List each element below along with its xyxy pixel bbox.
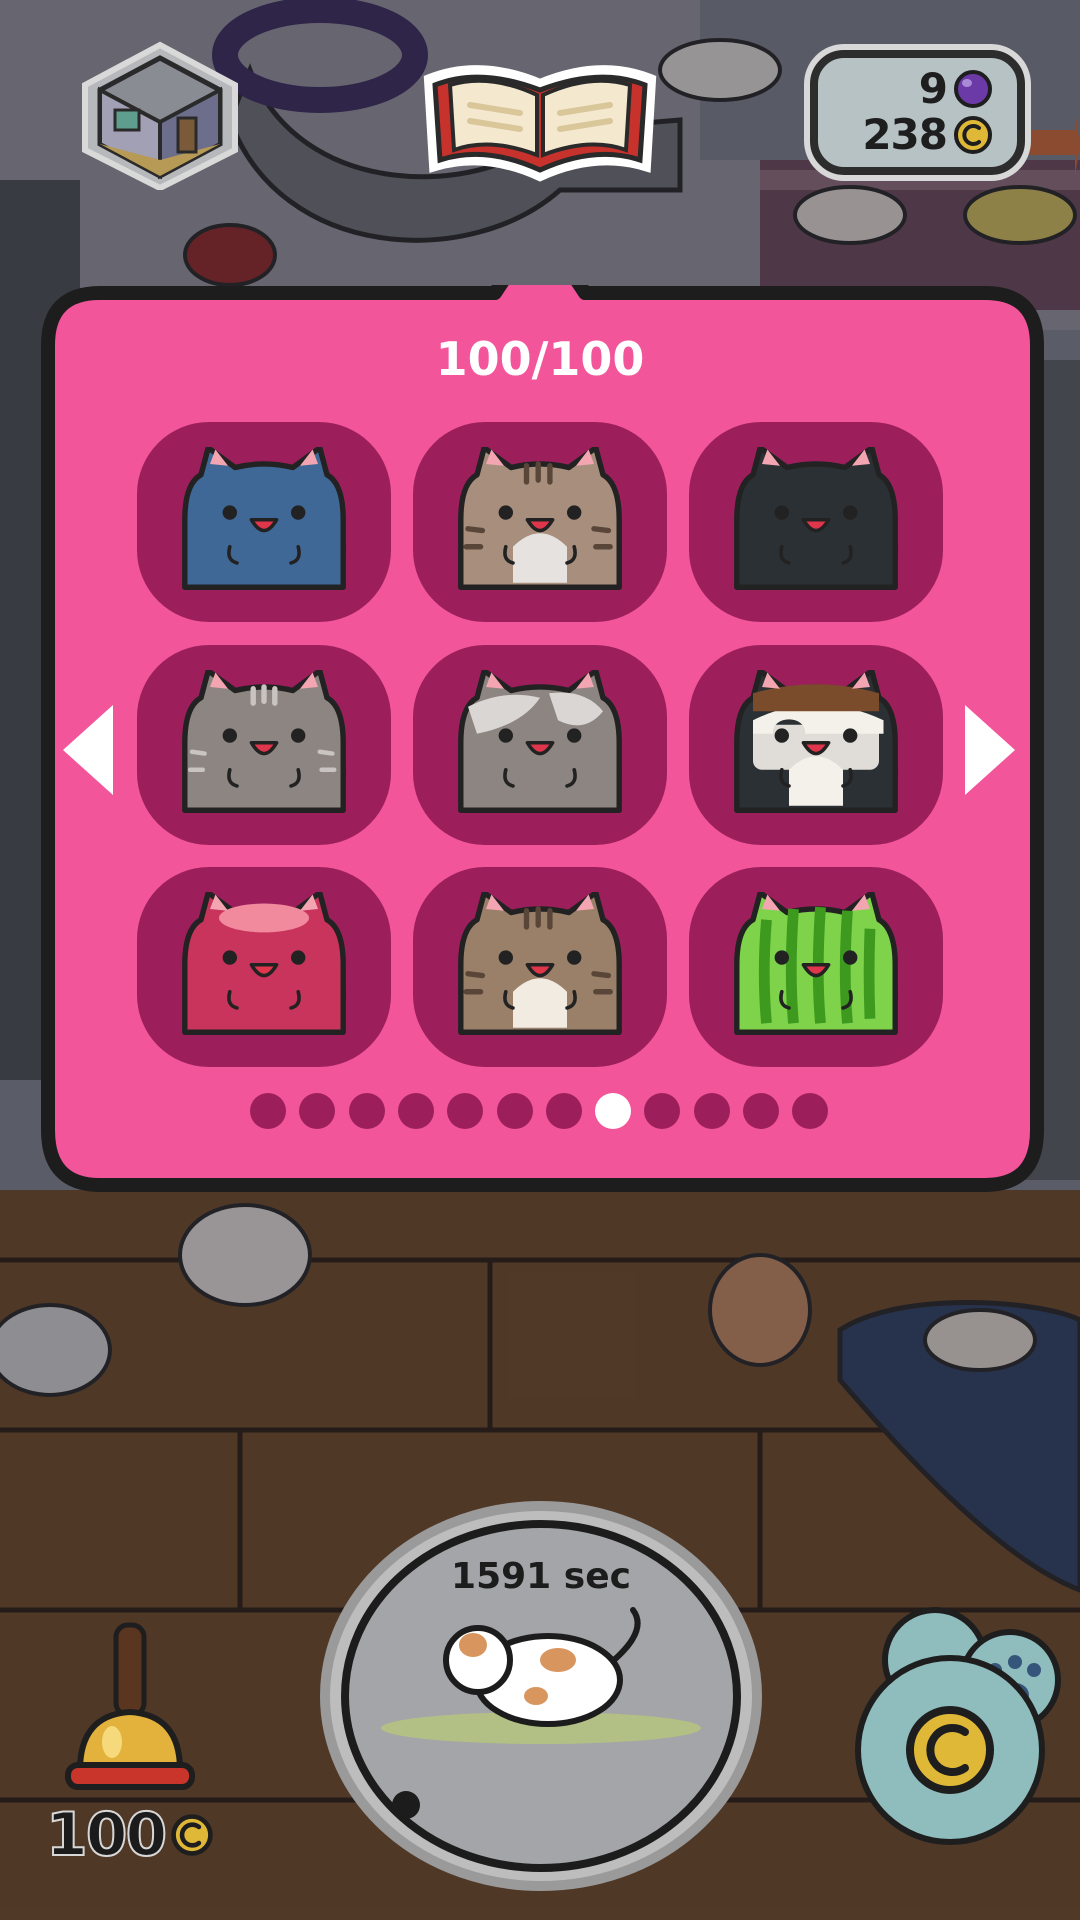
- cat-slot-grey-tabby-cat[interactable]: [137, 645, 391, 845]
- gem-count: 9: [918, 64, 948, 113]
- pirate-eyepatch-cat-icon: [734, 670, 898, 813]
- blue-cat-icon: [182, 447, 346, 590]
- coin-count: 238: [862, 110, 948, 159]
- gem-counter: 9: [919, 64, 993, 113]
- page-dot-3[interactable]: [348, 1093, 385, 1129]
- red-jelly-cat-icon: [182, 892, 346, 1035]
- watermelon-cat-icon: [734, 892, 898, 1035]
- gem-icon: [954, 69, 992, 108]
- next-page-arrow-icon[interactable]: [960, 700, 1020, 800]
- page-dot-9[interactable]: [644, 1093, 681, 1129]
- page-dot-1[interactable]: [250, 1093, 286, 1129]
- brown-tabby-white-chest-cat-icon: [458, 892, 622, 1035]
- page-dot-2[interactable]: [299, 1093, 336, 1129]
- page-dot-6[interactable]: [496, 1093, 533, 1129]
- brown-tabby-cat-icon: [458, 447, 622, 590]
- cat-slot-brown-tabby-cat[interactable]: [413, 422, 667, 622]
- cat-slot-blue-cat[interactable]: [137, 422, 391, 622]
- coin-icon: [954, 115, 992, 154]
- bell-price: 100: [45, 1799, 215, 1871]
- cat-slot-black-cat[interactable]: [689, 422, 943, 622]
- cat-slot-grey-white-patch-cat[interactable]: [413, 645, 667, 845]
- catbook-icon[interactable]: [420, 55, 660, 185]
- food-timer-text: 1591 sec: [451, 1556, 631, 1597]
- page-dot-8[interactable]: [595, 1093, 632, 1129]
- cat-slot-pirate-eyepatch-cat[interactable]: [689, 645, 943, 845]
- coin-jar-icon[interactable]: [850, 1600, 1070, 1850]
- black-cat-icon: [734, 447, 898, 590]
- page-dot-4[interactable]: [397, 1093, 434, 1129]
- page-indicator: [240, 1093, 840, 1133]
- page-dot-12[interactable]: [792, 1093, 829, 1129]
- coin-icon: [171, 1814, 213, 1856]
- page-dot-7[interactable]: [545, 1093, 582, 1129]
- currency-panel: 9 238: [810, 50, 1025, 175]
- grey-tabby-cat-icon: [182, 670, 346, 813]
- cat-slot-brown-tabby-white-chest-cat[interactable]: [413, 867, 667, 1067]
- coin-counter: 238: [862, 110, 993, 159]
- collection-count: 100/100: [435, 332, 645, 386]
- room-icon[interactable]: [80, 40, 240, 190]
- cat-slot-red-jelly-cat[interactable]: [137, 867, 391, 1067]
- page-dot-5[interactable]: [447, 1093, 484, 1129]
- cat-slot-watermelon-cat[interactable]: [689, 867, 943, 1067]
- grey-white-patch-cat-icon: [458, 670, 622, 813]
- page-dot-10[interactable]: [693, 1093, 730, 1129]
- bell-icon[interactable]: [60, 1620, 200, 1800]
- bell-price-value: 100: [45, 1799, 168, 1871]
- previous-page-arrow-icon[interactable]: [58, 700, 118, 800]
- page-dot-11[interactable]: [743, 1093, 779, 1129]
